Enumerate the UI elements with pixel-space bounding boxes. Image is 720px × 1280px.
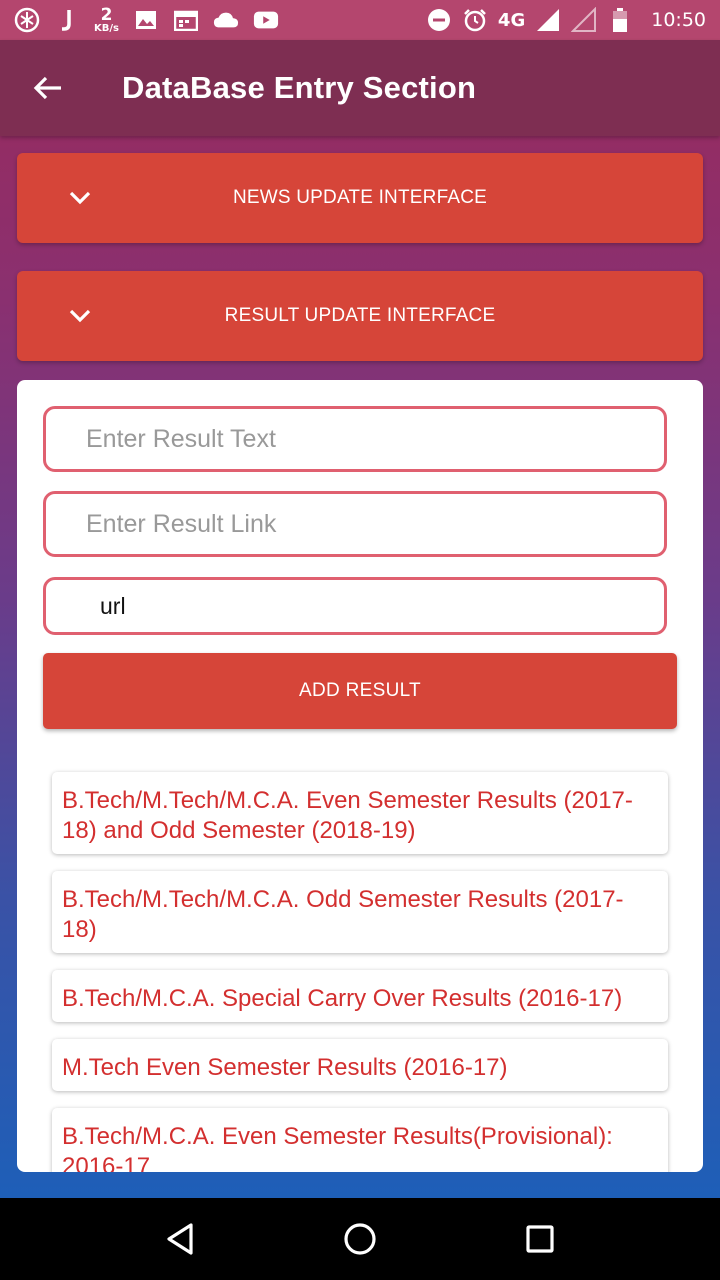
speed-value: 2 <box>100 4 113 25</box>
app-logo-icon <box>14 7 40 33</box>
do-not-disturb-icon <box>426 7 452 33</box>
status-bar: 2 KB/s 4G 10:50 <box>0 0 720 40</box>
calendar-icon <box>173 7 199 33</box>
image-icon <box>133 7 159 33</box>
page-title: DataBase Entry Section <box>122 70 477 105</box>
news-update-accordion[interactable]: NEWS UPDATE INTERFACE <box>17 153 703 243</box>
result-update-accordion[interactable]: RESULT UPDATE INTERFACE <box>17 271 703 361</box>
chevron-down-icon <box>69 309 91 323</box>
url-input[interactable]: url <box>43 577 667 635</box>
nav-back-button[interactable] <box>150 1209 210 1269</box>
arrow-back-icon <box>33 76 61 100</box>
alarm-icon <box>462 7 488 33</box>
accordion-label: NEWS UPDATE INTERFACE <box>232 187 488 208</box>
result-list-item[interactable]: M.Tech Even Semester Results (2016-17) <box>52 1039 668 1091</box>
back-button[interactable] <box>0 40 96 136</box>
youtube-icon <box>253 7 279 33</box>
result-list-item[interactable]: B.Tech/M.C.A. Special Carry Over Results… <box>52 970 668 1022</box>
app-screen: 2 KB/s 4G 10:50 DataBase Entry Section N… <box>0 0 720 1198</box>
signal-empty-icon <box>571 7 597 33</box>
speed-unit: KB/s <box>94 22 119 34</box>
add-result-button[interactable]: ADD RESULT <box>43 653 677 729</box>
clock: 10:50 <box>651 9 706 31</box>
result-form-card: Enter Result Text Enter Result Link url … <box>17 380 703 1172</box>
battery-icon <box>607 7 633 33</box>
cloud-icon <box>213 7 239 33</box>
nav-recents-button[interactable] <box>510 1209 570 1269</box>
j-icon <box>54 7 80 33</box>
result-list-item[interactable]: B.Tech/M.C.A. Even Semester Results(Prov… <box>52 1108 668 1172</box>
triangle-back-icon <box>167 1223 193 1255</box>
result-list-item[interactable]: B.Tech/M.Tech/M.C.A. Even Semester Resul… <box>52 772 668 854</box>
result-list-item[interactable]: B.Tech/M.Tech/M.C.A. Odd Semester Result… <box>52 871 668 953</box>
chevron-down-icon <box>69 191 91 205</box>
app-bar: DataBase Entry Section <box>0 40 720 136</box>
result-link-input[interactable]: Enter Result Link <box>43 491 667 557</box>
navigation-bar <box>0 1198 720 1280</box>
circle-home-icon <box>344 1223 376 1255</box>
network-type: 4G <box>497 9 526 31</box>
square-recents-icon <box>526 1225 554 1253</box>
network-speed: 2 KB/s <box>94 4 119 34</box>
accordion-label: RESULT UPDATE INTERFACE <box>224 305 496 326</box>
signal-icon <box>535 7 561 33</box>
nav-home-button[interactable] <box>330 1209 390 1269</box>
result-text-input[interactable]: Enter Result Text <box>43 406 667 472</box>
